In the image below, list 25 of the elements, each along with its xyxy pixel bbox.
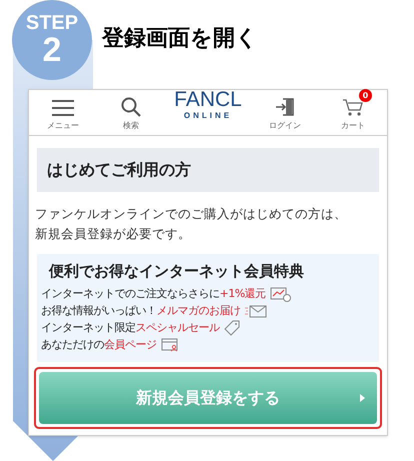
benefit-text: インターネットでのご注文ならさらに+1%還元	[41, 286, 266, 302]
profile-page-icon	[160, 338, 178, 352]
chart-icon	[270, 286, 292, 302]
nav-button[interactable]: ログイン	[260, 89, 310, 132]
section-heading: はじめてご利用の方	[37, 148, 379, 192]
step-number: 2	[42, 33, 62, 67]
benefits-heading: 便利でお得なインターネット会員特典	[49, 261, 305, 282]
step-label: STEP	[26, 13, 78, 33]
menu-icon	[52, 99, 74, 117]
intro-text: ファンケルオンラインでのご購入がはじめての方は、 新規会員登録が必要です。	[35, 205, 348, 243]
benefit-text: インターネット限定スペシャルセール	[41, 320, 220, 336]
tag-icon	[224, 320, 240, 336]
cart-count-badge: 0	[358, 89, 372, 102]
nav-button[interactable]: カート 0	[328, 89, 378, 132]
site-logo[interactable]: FANCL ONLINE	[174, 89, 242, 122]
search-icon	[121, 97, 142, 117]
benefit-text: あなただけの会員ページ	[41, 336, 156, 353]
benefit-text: お得な情報がいっぱい！メルマガのお届け	[41, 302, 240, 319]
door-icon	[274, 97, 295, 117]
cart-icon	[342, 97, 364, 117]
chevron-icon	[360, 394, 365, 402]
step-title: 登録画面を開く	[102, 25, 259, 53]
nav-button[interactable]: 検索	[106, 89, 156, 132]
nav-button[interactable]: メニュー	[38, 91, 88, 132]
envelope-icon	[244, 304, 266, 318]
